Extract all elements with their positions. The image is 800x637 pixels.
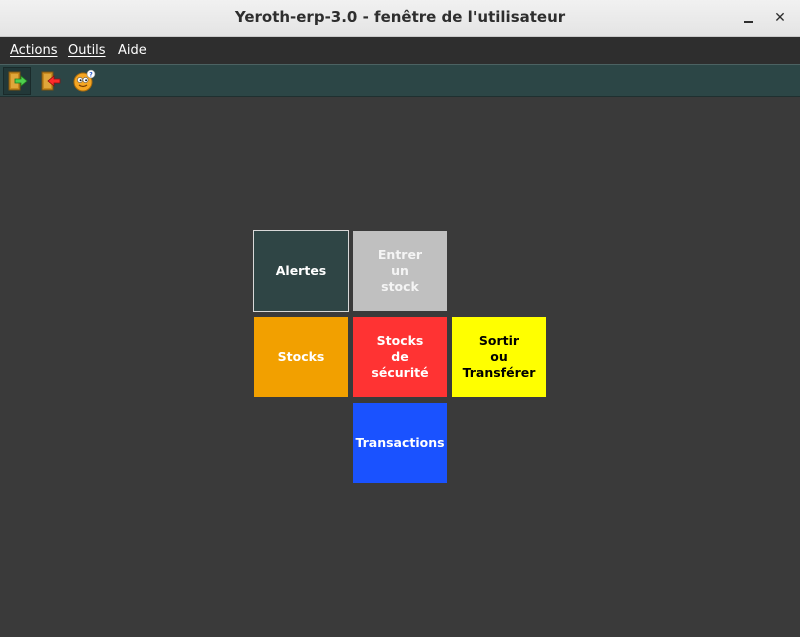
application-window: Yeroth-erp-3.0 - fenêtre de l'utilisateu… — [0, 0, 800, 637]
stocks-button[interactable]: Stocks — [254, 317, 348, 397]
stocks-securite-line3: sécurité — [371, 365, 429, 380]
logout-button[interactable] — [36, 67, 64, 95]
sortir-line1: Sortir — [478, 333, 520, 348]
menu-outils[interactable]: Outils — [68, 43, 106, 58]
menu-actions-label: Actions — [10, 43, 58, 58]
main-area: Alertes Entrer un stock Stocks Stocks de… — [0, 97, 800, 637]
menu-aide-label: Aide — [118, 43, 147, 58]
menu-bar: Actions Outils Aide — [0, 37, 800, 64]
sortir-line2: ou — [490, 349, 508, 364]
minimize-icon — [743, 21, 753, 23]
stocks-label: Stocks — [277, 349, 325, 364]
entrer-stock-line3: stock — [381, 279, 419, 294]
transactions-label: Transactions — [355, 435, 445, 450]
toolbar: ? — [0, 64, 800, 97]
about-icon: ? — [73, 69, 96, 92]
sortir-transferer-button[interactable]: Sortir ou Transférer — [452, 317, 546, 397]
login-icon — [8, 71, 28, 91]
window-title: Yeroth-erp-3.0 - fenêtre de l'utilisateu… — [234, 8, 566, 26]
alertes-label: Alertes — [275, 263, 327, 278]
stocks-securite-line2: de — [391, 349, 409, 364]
minimize-button[interactable] — [736, 6, 760, 30]
close-icon: ✕ — [774, 10, 786, 26]
menu-outils-label: Outils — [68, 43, 106, 58]
entrer-stock-line2: un — [391, 263, 409, 278]
sortir-line3: Transférer — [462, 365, 536, 380]
entrer-stock-line1: Entrer — [377, 247, 423, 262]
stocks-securite-line1: Stocks — [376, 333, 424, 348]
sortir-transferer-label: Sortir ou Transférer — [463, 333, 536, 381]
stocks-securite-button[interactable]: Stocks de sécurité — [353, 317, 447, 397]
title-bar[interactable]: Yeroth-erp-3.0 - fenêtre de l'utilisateu… — [0, 0, 800, 37]
transactions-button[interactable]: Transactions — [353, 403, 447, 483]
login-button[interactable] — [3, 67, 31, 95]
svg-text:?: ? — [89, 71, 93, 78]
menu-aide[interactable]: Aide — [118, 43, 147, 58]
close-button[interactable]: ✕ — [768, 6, 792, 30]
entrer-stock-button[interactable]: Entrer un stock — [353, 231, 447, 311]
alertes-button[interactable]: Alertes — [253, 230, 349, 312]
stocks-securite-label: Stocks de sécurité — [371, 333, 428, 381]
entrer-stock-label: Entrer un stock — [378, 247, 422, 295]
logout-icon — [41, 71, 61, 91]
about-button[interactable]: ? — [70, 67, 98, 95]
menu-actions[interactable]: Actions — [10, 43, 58, 58]
